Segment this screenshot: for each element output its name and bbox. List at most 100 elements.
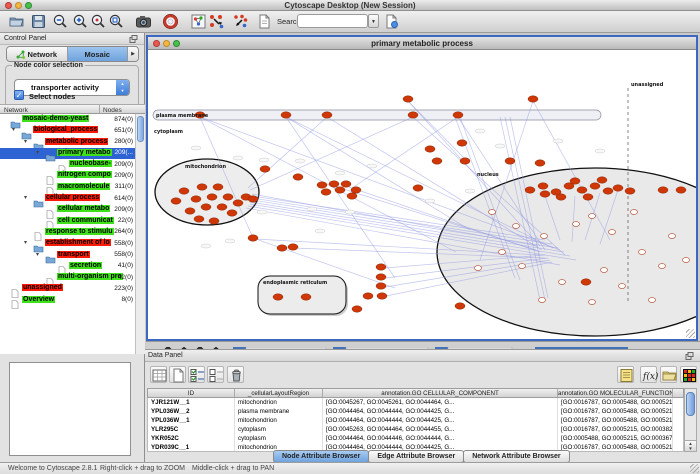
network-node[interactable] <box>227 210 237 216</box>
network-node-outline[interactable] <box>539 298 546 303</box>
network-node[interactable] <box>377 293 387 299</box>
tree-item-secretion[interactable]: secretion41(0) <box>0 261 135 272</box>
network-node[interactable] <box>288 244 298 250</box>
network-node-outline[interactable] <box>541 234 548 239</box>
network-node[interactable] <box>535 160 545 166</box>
disclosure-triangle-icon[interactable]: ▾ <box>24 239 27 246</box>
tree-item-cellular-metabo[interactable]: cellular metabo209(0) <box>0 204 135 215</box>
edge[interactable] <box>286 117 470 230</box>
network-node[interactable] <box>329 181 339 187</box>
network-node[interactable] <box>352 306 362 312</box>
help-ring-icon[interactable] <box>162 13 179 30</box>
edge[interactable] <box>286 117 395 278</box>
tree-scrollbar-thumb[interactable] <box>137 116 144 142</box>
network-node[interactable] <box>191 196 201 202</box>
attribute-table-header[interactable]: ID_cellularLayoutRegionannotation.GO CEL… <box>147 388 684 398</box>
network-node-outline[interactable] <box>619 284 626 289</box>
network-node[interactable] <box>363 293 373 299</box>
network-node[interactable] <box>201 204 211 210</box>
open-folder[interactable] <box>8 13 25 30</box>
table-scrollbar-thumb[interactable] <box>686 392 695 416</box>
column-header-1[interactable]: _cellularLayoutRegion <box>235 389 323 397</box>
import-attributes-icon[interactable] <box>660 366 677 383</box>
network-node-outline[interactable] <box>649 298 656 303</box>
network-node[interactable] <box>194 216 204 222</box>
search-dropdown-button[interactable]: ▼ <box>368 14 379 28</box>
table-row[interactable]: YLR295Ccytoplasm[GO:0045263, GO:0044464,… <box>148 425 683 434</box>
tree-item-transport[interactable]: ▾transport558(0) <box>0 250 135 261</box>
tab-mosaic[interactable]: Mosaic <box>68 47 129 61</box>
column-header-0[interactable]: ID <box>148 389 235 397</box>
network-node[interactable] <box>457 140 467 146</box>
network-node[interactable] <box>351 187 361 193</box>
attribute-table-icon[interactable] <box>150 366 167 383</box>
tree-item-mosaic-demo-yeast[interactable]: mosaic-demo-yeast874(0) <box>0 114 135 125</box>
app-resize-grip[interactable] <box>690 464 699 473</box>
network-node[interactable] <box>376 274 386 280</box>
snapshot-camera-icon[interactable] <box>135 13 152 30</box>
search-options-icon[interactable] <box>383 13 400 30</box>
network-node[interactable] <box>425 146 435 152</box>
network-node[interactable] <box>335 187 345 193</box>
network-canvas[interactable]: plasma membranecytoplasmmitochondrionnuc… <box>148 50 696 337</box>
network-node-outline[interactable] <box>489 210 496 215</box>
edge[interactable] <box>352 117 458 188</box>
new-attribute-icon[interactable] <box>169 366 186 383</box>
network-node[interactable] <box>301 294 311 300</box>
layout-scale2-icon[interactable] <box>232 13 249 30</box>
network-node[interactable] <box>432 158 442 164</box>
network-node[interactable] <box>583 194 593 200</box>
network-node[interactable] <box>525 187 535 193</box>
network-node[interactable] <box>528 96 538 102</box>
tab-overflow-arrow[interactable]: ▶ <box>128 47 138 61</box>
network-node-outline[interactable] <box>589 214 596 219</box>
function-builder-icon[interactable]: f(x) <box>640 366 657 383</box>
save-floppy[interactable] <box>30 13 47 30</box>
edge[interactable] <box>250 117 413 190</box>
network-node-outline[interactable] <box>609 230 616 235</box>
network-node-outline[interactable] <box>513 224 520 229</box>
disclosure-triangle-icon[interactable]: ▾ <box>24 194 27 201</box>
select-attributes-icon[interactable] <box>188 366 205 383</box>
network-node[interactable] <box>322 112 332 118</box>
network-node[interactable] <box>505 158 515 164</box>
float-data-panel-icon[interactable] <box>685 352 694 360</box>
table-scrollbar[interactable]: ▲▼ <box>684 388 697 452</box>
network-node[interactable] <box>581 279 591 285</box>
network-node-outline[interactable] <box>683 258 690 263</box>
zoom-in-icon[interactable] <box>72 13 89 30</box>
network-window-titlebar[interactable]: primary metabolic process <box>148 37 696 50</box>
tree-item-establishment-of-lo[interactable]: ▾establishment of lo558(0) <box>0 238 135 249</box>
network-node-outline[interactable] <box>601 268 608 273</box>
network-node[interactable] <box>376 283 386 289</box>
network-node[interactable] <box>197 184 207 190</box>
network-node-outline[interactable] <box>669 234 676 239</box>
network-node-outline[interactable] <box>559 280 566 285</box>
network-node-outline[interactable] <box>631 210 638 215</box>
network-node[interactable] <box>185 208 195 214</box>
birdseye-view[interactable] <box>9 362 131 456</box>
network-node[interactable] <box>403 96 413 102</box>
network-node[interactable] <box>171 198 181 204</box>
search-input[interactable] <box>297 14 368 28</box>
disclosure-triangle-icon[interactable]: ▾ <box>36 251 39 258</box>
network-node[interactable] <box>603 188 613 194</box>
network-node[interactable] <box>248 196 258 202</box>
attribute-list-icon[interactable] <box>617 366 634 383</box>
delete-attribute-icon[interactable] <box>227 366 244 383</box>
network-node[interactable] <box>540 191 550 197</box>
tree-item-metabolic-process[interactable]: ▾metabolic process280(0) <box>0 137 135 148</box>
network-node[interactable] <box>460 158 470 164</box>
tree-item-biological-process[interactable]: ▾biological_process651(0) <box>0 125 135 136</box>
tree-scrollbar[interactable] <box>135 114 145 354</box>
layout-scale-icon[interactable] <box>208 13 225 30</box>
network-node[interactable] <box>408 112 418 118</box>
heatmap-icon[interactable] <box>680 366 697 383</box>
column-header-3[interactable]: annotation.GO MOLECULAR_FUNCTION <box>558 389 673 397</box>
tree-item-nucleobase-[interactable]: nucleobase-209(0) <box>0 159 135 170</box>
network-node-outline[interactable] <box>475 266 482 271</box>
zoom-fit-icon[interactable] <box>108 13 125 30</box>
network-node[interactable] <box>455 303 465 309</box>
network-node[interactable] <box>233 200 243 206</box>
network-node-outline[interactable] <box>519 264 526 269</box>
